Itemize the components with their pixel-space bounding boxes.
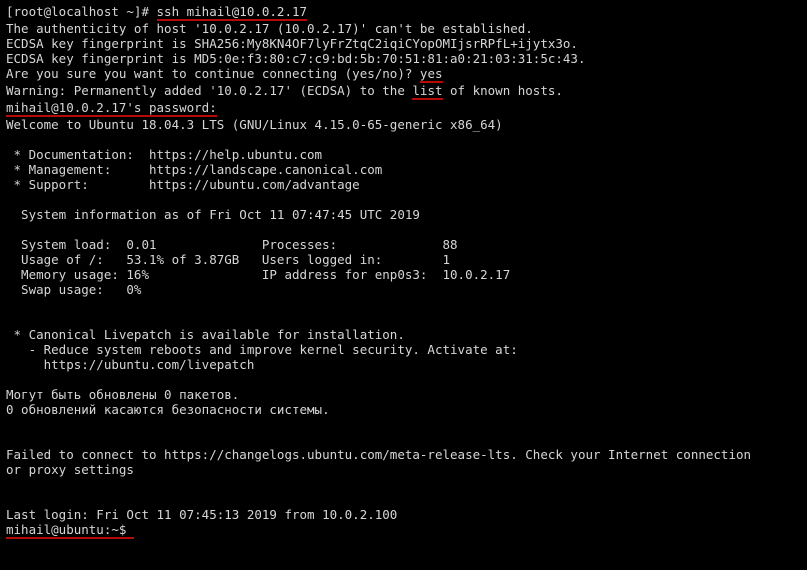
terminal[interactable]: [root@localhost ~]# ssh mihail@10.0.2.17…	[6, 4, 801, 539]
password-prompt: mihail@10.0.2.17's password:	[6, 100, 217, 117]
ssh-command: ssh mihail@10.0.2.17	[157, 4, 308, 21]
confirm-answer: yes	[420, 66, 443, 83]
prompt-root: [root@localhost ~]#	[6, 4, 157, 19]
confirm-question: Are you sure you want to continue connec…	[6, 66, 420, 81]
prompt-user[interactable]: mihail@ubuntu:~$	[6, 522, 134, 539]
